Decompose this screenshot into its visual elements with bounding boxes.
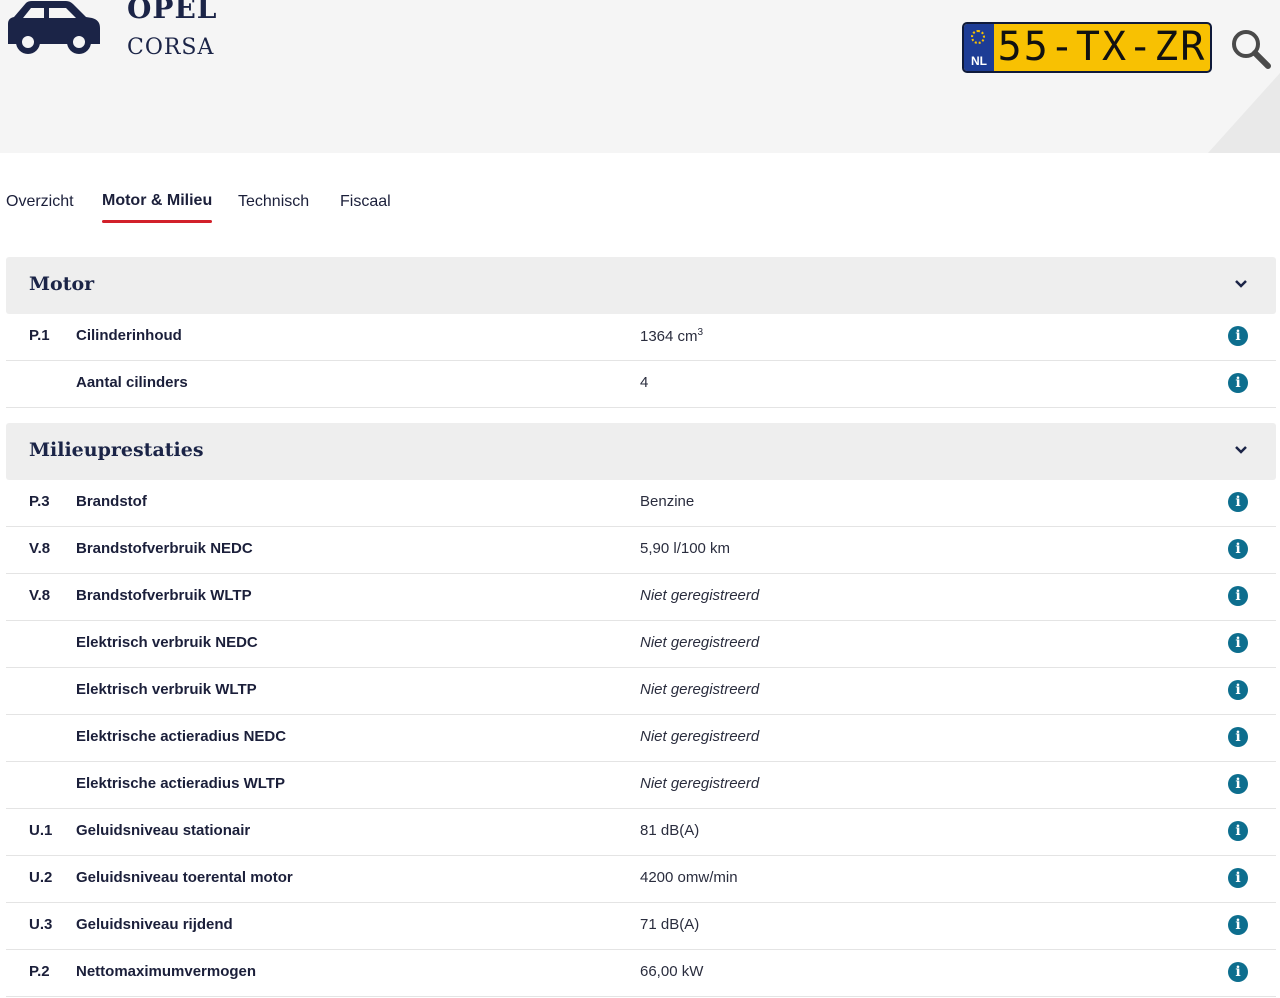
row-code: P.1 bbox=[29, 327, 50, 344]
info-icon[interactable]: i bbox=[1228, 680, 1248, 700]
table-row: Elektrisch verbruik NEDC Niet geregistre… bbox=[6, 621, 1276, 668]
plate-number: 55-TX-ZR bbox=[997, 24, 1207, 70]
table-row: Elektrische actieradius NEDC Niet geregi… bbox=[6, 715, 1276, 762]
info-icon[interactable]: i bbox=[1228, 774, 1248, 794]
row-value: Niet geregistreerd bbox=[640, 775, 760, 792]
tab-label: Overzicht bbox=[6, 193, 74, 210]
info-icon[interactable]: i bbox=[1228, 373, 1248, 393]
row-value: 5,90 l/100 km bbox=[640, 540, 731, 557]
search-icon[interactable] bbox=[1230, 28, 1272, 70]
info-icon[interactable]: i bbox=[1228, 821, 1248, 841]
row-value-text: 1364 cm bbox=[640, 328, 698, 345]
tab-label: Fiscaal bbox=[340, 193, 391, 210]
row-value: 1364 cm3 bbox=[640, 327, 703, 345]
table-row: P.1 Cilinderinhoud 1364 cm3 i bbox=[6, 314, 1276, 361]
row-value: 4 bbox=[640, 374, 649, 391]
vehicle-model: CORSA bbox=[127, 35, 215, 60]
row-label: Elektrisch verbruik NEDC bbox=[76, 634, 258, 651]
row-code: V.8 bbox=[29, 587, 51, 604]
active-tab-indicator bbox=[102, 220, 213, 223]
table-row: U.3 Geluidsniveau rijdend 71 dB(A) i bbox=[6, 903, 1276, 950]
row-label: Brandstofverbruik NEDC bbox=[76, 540, 253, 557]
section-title: Milieuprestaties bbox=[29, 439, 204, 461]
info-icon[interactable]: i bbox=[1228, 586, 1248, 606]
row-label: Elektrische actieradius NEDC bbox=[76, 728, 287, 745]
header-corner-decoration bbox=[1208, 73, 1280, 153]
row-label: Geluidsniveau toerental motor bbox=[76, 869, 293, 886]
info-icon[interactable]: i bbox=[1228, 868, 1248, 888]
row-code: U.3 bbox=[29, 916, 53, 933]
row-value-superscript: 3 bbox=[697, 327, 704, 338]
row-value: Niet geregistreerd bbox=[640, 634, 760, 651]
row-label: Aantal cilinders bbox=[76, 374, 188, 391]
info-icon[interactable]: i bbox=[1228, 962, 1248, 982]
row-value: Niet geregistreerd bbox=[640, 681, 760, 698]
plate-eu-band: NL bbox=[964, 24, 994, 71]
eu-stars-icon bbox=[971, 30, 985, 44]
row-label: Elektrisch verbruik WLTP bbox=[76, 681, 257, 698]
section-title: Motor bbox=[29, 273, 95, 295]
row-value: 66,00 kW bbox=[640, 963, 704, 980]
row-label: Brandstof bbox=[76, 493, 147, 510]
tab-fiscaal[interactable]: Fiscaal bbox=[340, 193, 391, 211]
row-value: Benzine bbox=[640, 493, 695, 510]
row-code: U.2 bbox=[29, 869, 53, 886]
table-row: Elektrische actieradius WLTP Niet geregi… bbox=[6, 762, 1276, 809]
tab-motor-milieu[interactable]: Motor & Milieu bbox=[102, 192, 213, 223]
table-row: V.8 Brandstofverbruik WLTP Niet geregist… bbox=[6, 574, 1276, 621]
row-label: Elektrische actieradius WLTP bbox=[76, 775, 285, 792]
row-code: P.2 bbox=[29, 963, 50, 980]
row-label: Brandstofverbruik WLTP bbox=[76, 587, 252, 604]
table-row: U.2 Geluidsniveau toerental motor 4200 o… bbox=[6, 856, 1276, 903]
row-value: 4200 omw/min bbox=[640, 869, 738, 886]
table-row: Elektrisch verbruik WLTP Niet geregistre… bbox=[6, 668, 1276, 715]
row-label: Nettomaximumvermogen bbox=[76, 963, 257, 980]
info-icon[interactable]: i bbox=[1228, 633, 1248, 653]
row-label: Cilinderinhoud bbox=[76, 327, 182, 344]
license-plate: NL 55-TX-ZR bbox=[962, 22, 1212, 73]
info-icon[interactable]: i bbox=[1228, 727, 1248, 747]
tab-overzicht[interactable]: Overzicht bbox=[6, 193, 74, 211]
car-icon bbox=[8, 1, 100, 54]
section-header-motor[interactable]: Motor bbox=[6, 257, 1276, 314]
row-code: U.1 bbox=[29, 822, 53, 839]
row-label: Geluidsniveau rijdend bbox=[76, 916, 233, 933]
row-value: 71 dB(A) bbox=[640, 916, 700, 933]
chevron-down-icon[interactable] bbox=[1234, 277, 1248, 291]
row-value: 81 dB(A) bbox=[640, 822, 700, 839]
chevron-down-icon[interactable] bbox=[1234, 443, 1248, 457]
row-value: Niet geregistreerd bbox=[640, 728, 760, 745]
table-row: P.2 Nettomaximumvermogen 66,00 kW i bbox=[6, 950, 1276, 997]
tab-technisch[interactable]: Technisch bbox=[238, 193, 309, 211]
info-icon[interactable]: i bbox=[1228, 915, 1248, 935]
info-icon[interactable]: i bbox=[1228, 539, 1248, 559]
info-icon[interactable]: i bbox=[1228, 492, 1248, 512]
plate-country-code: NL bbox=[971, 54, 987, 68]
table-row: Aantal cilinders 4 i bbox=[6, 361, 1276, 408]
row-label: Geluidsniveau stationair bbox=[76, 822, 251, 839]
vehicle-header: OPEL CORSA NL 55-TX-ZR bbox=[0, 0, 1280, 153]
row-code: V.8 bbox=[29, 540, 51, 557]
tab-label: Motor & Milieu bbox=[102, 192, 213, 209]
table-row: U.1 Geluidsniveau stationair 81 dB(A) i bbox=[6, 809, 1276, 856]
section-header-milieuprestaties[interactable]: Milieuprestaties bbox=[6, 423, 1276, 480]
info-icon[interactable]: i bbox=[1228, 326, 1248, 346]
vehicle-brand: OPEL bbox=[127, 0, 218, 25]
tab-label: Technisch bbox=[238, 193, 310, 210]
table-row: V.8 Brandstofverbruik NEDC 5,90 l/100 km… bbox=[6, 527, 1276, 574]
row-value: Niet geregistreerd bbox=[640, 587, 760, 604]
table-row: P.3 Brandstof Benzine i bbox=[6, 480, 1276, 527]
row-code: P.3 bbox=[29, 493, 50, 510]
